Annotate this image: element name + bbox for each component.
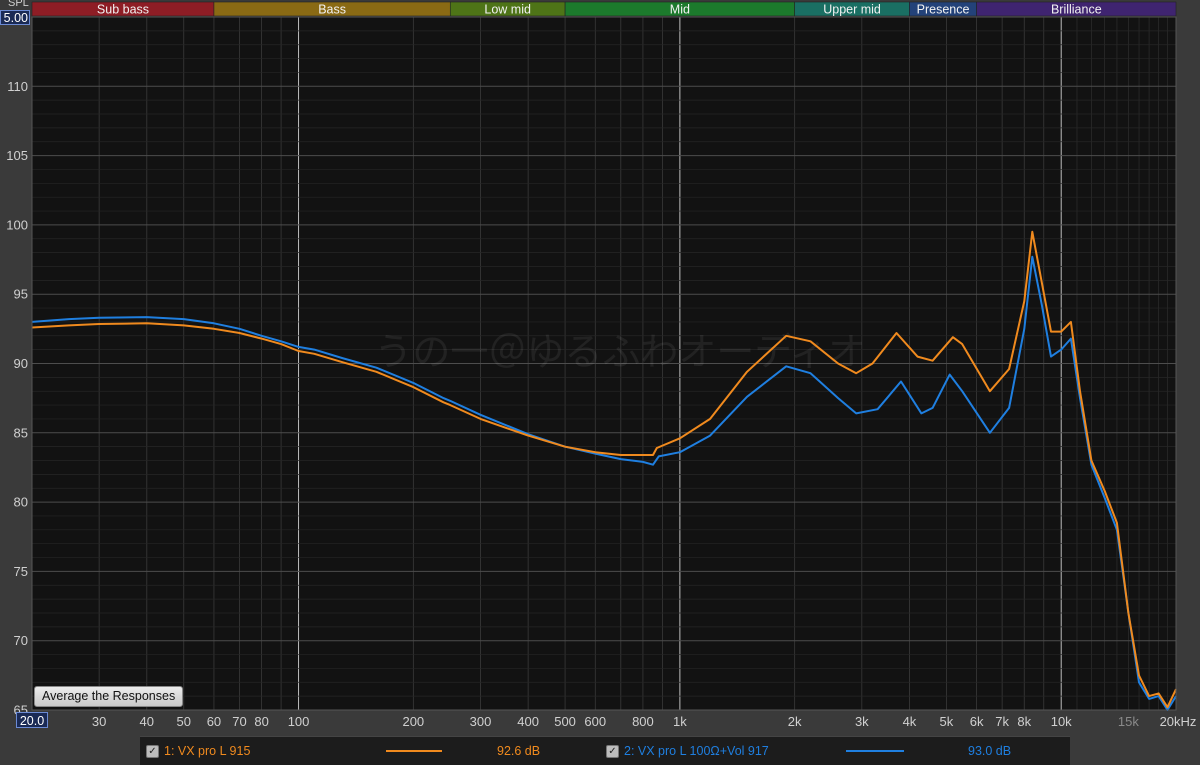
y-max-field[interactable]: 5.00 bbox=[0, 10, 30, 25]
y-tick-label: 105 bbox=[6, 148, 28, 163]
y-axis-label: SPL bbox=[8, 0, 29, 9]
y-tick-label: 70 bbox=[14, 633, 28, 648]
frequency-response-chart: Sub bass Bass Low mid Mid Upper mid Presence B… bbox=[6, 1, 1197, 729]
band-label: Upper mid bbox=[823, 3, 881, 17]
x-tick-label: 5k bbox=[940, 714, 954, 729]
legend-swatch-1 bbox=[386, 750, 442, 752]
x-min-field[interactable]: 20.0 bbox=[16, 712, 48, 728]
x-tick-label: 4k bbox=[903, 714, 917, 729]
x-unit-label: 20kHz bbox=[1160, 714, 1197, 729]
x-tick-label: 300 bbox=[470, 714, 492, 729]
band-label: Sub bass bbox=[97, 3, 149, 17]
x-tick-label: 500 bbox=[554, 714, 576, 729]
x-tick-label: 40 bbox=[140, 714, 154, 729]
legend-label-2: 2: VX pro L 100Ω+Vol 917 bbox=[624, 744, 769, 758]
x-tick-label: 2k bbox=[788, 714, 802, 729]
legend-checkbox-1[interactable]: ✓ bbox=[146, 744, 159, 758]
x-tick-label: 70 bbox=[232, 714, 246, 729]
band-label: Mid bbox=[670, 3, 690, 17]
x-tick-label: 100 bbox=[288, 714, 310, 729]
x-tick-label: 60 bbox=[207, 714, 221, 729]
y-tick-label: 90 bbox=[14, 356, 28, 371]
legend-db-2: 93.0 dB bbox=[968, 744, 1012, 758]
legend-swatch-2 bbox=[846, 750, 904, 752]
x-tick-label: 3k bbox=[855, 714, 869, 729]
legend-item-1[interactable]: ✓ 1: VX pro L 915 bbox=[146, 737, 250, 765]
y-tick-label: 80 bbox=[14, 495, 28, 510]
y-tick-label: 95 bbox=[14, 287, 28, 302]
band-label: Presence bbox=[917, 3, 970, 17]
band-label: Low mid bbox=[484, 3, 531, 17]
x-tick-label: 10k bbox=[1051, 714, 1072, 729]
y-tick-label: 100 bbox=[6, 217, 28, 232]
x-tick-label: 800 bbox=[632, 714, 654, 729]
legend-db-1: 92.6 dB bbox=[497, 744, 541, 758]
band-label: Brilliance bbox=[1051, 3, 1102, 17]
x-tick-label: 6k bbox=[970, 714, 984, 729]
y-tick-label: 75 bbox=[14, 564, 28, 579]
legend-item-2[interactable]: ✓ 2: VX pro L 100Ω+Vol 917 bbox=[606, 737, 769, 765]
x-tick-label: 200 bbox=[402, 714, 424, 729]
y-tick-label: 85 bbox=[14, 425, 28, 440]
legend-checkbox-2[interactable]: ✓ bbox=[606, 744, 619, 758]
x-tick-label: 30 bbox=[92, 714, 106, 729]
y-tick-label: 110 bbox=[7, 79, 28, 94]
legend-label-1: 1: VX pro L 915 bbox=[164, 744, 251, 758]
x-tick-label: 50 bbox=[177, 714, 191, 729]
x-tick-label: 7k bbox=[995, 714, 1009, 729]
legend-bar: ✓ 1: VX pro L 915 92.6 dB ✓ 2: VX pro L … bbox=[140, 736, 1070, 765]
band-label: Bass bbox=[318, 3, 346, 17]
x-tick-label: 15k bbox=[1118, 714, 1139, 729]
x-tick-label: 80 bbox=[254, 714, 268, 729]
average-responses-button[interactable]: Average the Responses bbox=[34, 686, 184, 707]
x-tick-label: 8k bbox=[1017, 714, 1031, 729]
x-tick-label: 600 bbox=[584, 714, 606, 729]
x-tick-label: 400 bbox=[517, 714, 539, 729]
x-tick-label: 1k bbox=[673, 714, 687, 729]
